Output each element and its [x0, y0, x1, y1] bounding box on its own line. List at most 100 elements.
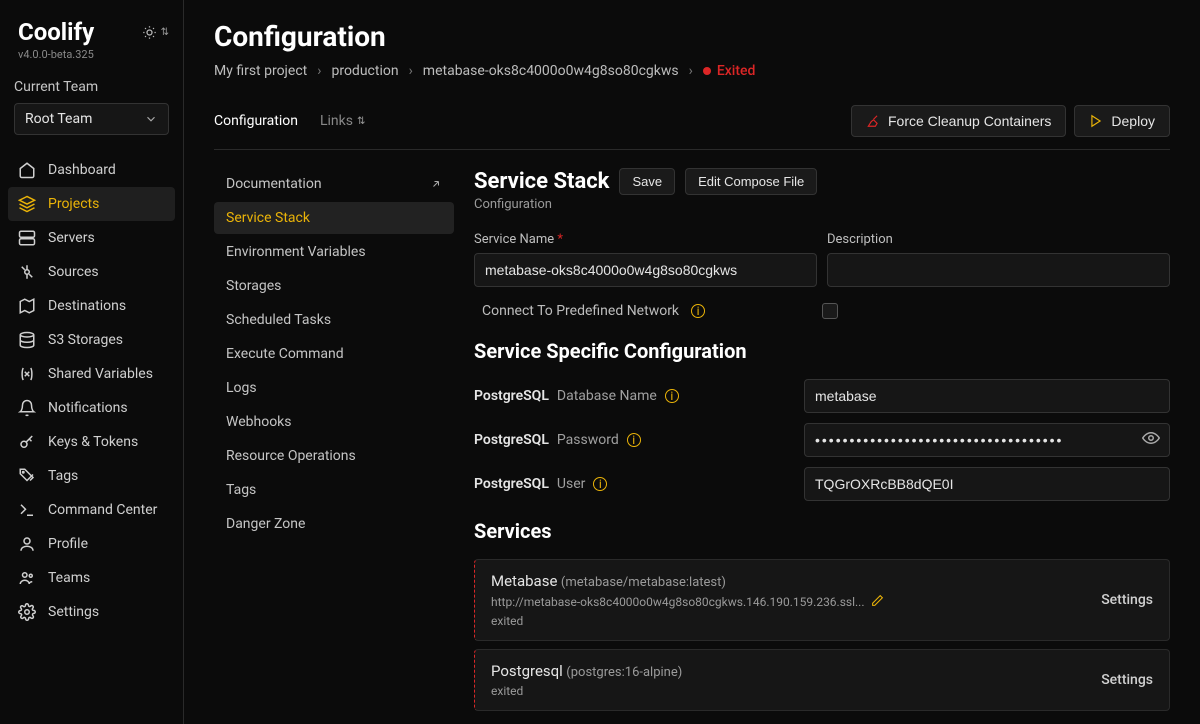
kv-label: Database Name [557, 388, 657, 404]
breadcrumb-resource[interactable]: metabase-oks8c4000o0w4g8so80cgkws [423, 63, 679, 79]
nav-destinations[interactable]: Destinations [8, 289, 175, 323]
nav-label: Settings [48, 604, 99, 620]
nav-servers[interactable]: Servers [8, 221, 175, 255]
main-nav: Dashboard Projects Servers Sources Desti… [0, 153, 183, 629]
nav-command[interactable]: Command Center [8, 493, 175, 527]
nav-dashboard[interactable]: Dashboard [8, 153, 175, 187]
nav-notifications[interactable]: Notifications [8, 391, 175, 425]
subnav: Documentation Service Stack Environment … [214, 168, 454, 711]
service-image: (postgres:16-alpine) [566, 665, 682, 680]
info-icon[interactable]: i [627, 433, 641, 447]
info-icon[interactable]: i [593, 477, 607, 491]
db-password-input[interactable] [804, 423, 1170, 457]
main: Configuration My first project › product… [184, 0, 1200, 724]
subnav-service-stack[interactable]: Service Stack [214, 202, 454, 234]
nav-sources[interactable]: Sources [8, 255, 175, 289]
page-title: Configuration [214, 20, 1170, 53]
force-cleanup-button[interactable]: Force Cleanup Containers [851, 105, 1066, 137]
gear-icon [18, 603, 36, 621]
subnav-resops[interactable]: Resource Operations [214, 440, 454, 472]
nav-keys[interactable]: Keys & Tokens [8, 425, 175, 459]
subnav-exec[interactable]: Execute Command [214, 338, 454, 370]
tab-configuration[interactable]: Configuration [214, 113, 298, 129]
nav-teams[interactable]: Teams [8, 561, 175, 595]
predef-network-checkbox[interactable] [822, 303, 838, 319]
bell-icon [18, 399, 36, 417]
save-button[interactable]: Save [619, 168, 675, 195]
subnav-storages[interactable]: Storages [214, 270, 454, 302]
kv-label: Password [557, 432, 619, 448]
status-badge: Exited [703, 63, 756, 79]
user-icon [18, 535, 36, 553]
service-name: Metabase [491, 572, 557, 590]
chevron-right-icon: › [409, 63, 413, 79]
service-card-postgres[interactable]: Postgresql (postgres:16-alpine) exited S… [474, 649, 1170, 711]
services-heading: Services [474, 519, 1170, 543]
deploy-button[interactable]: Deploy [1074, 105, 1170, 137]
subnav-documentation[interactable]: Documentation [214, 168, 454, 200]
kv-prefix: PostgreSQL [474, 432, 549, 448]
pencil-icon[interactable] [871, 594, 884, 610]
updown-icon: ⇅ [161, 27, 169, 38]
status-dot-icon [703, 67, 711, 75]
nav-projects[interactable]: Projects [8, 187, 175, 221]
tab-label: Links [320, 113, 353, 129]
tab-links[interactable]: Links ⇅ [320, 113, 365, 129]
breadcrumb-env[interactable]: production [331, 63, 398, 79]
theme-toggle[interactable]: ⇅ [142, 25, 169, 40]
subnav-danger[interactable]: Danger Zone [214, 508, 454, 540]
specific-heading: Service Specific Configuration [474, 339, 1170, 363]
subnav-scheduled[interactable]: Scheduled Tasks [214, 304, 454, 336]
subnav-logs[interactable]: Logs [214, 372, 454, 404]
description-input[interactable] [827, 253, 1170, 287]
description-label: Description [827, 232, 1170, 247]
nav-shared[interactable]: Shared Variables [8, 357, 175, 391]
breadcrumb-project[interactable]: My first project [214, 63, 307, 79]
kv-prefix: PostgreSQL [474, 388, 549, 404]
users-icon [18, 569, 36, 587]
brand-title[interactable]: Coolify [18, 18, 94, 46]
service-name-input[interactable] [474, 253, 817, 287]
info-icon[interactable]: i [691, 304, 705, 318]
predef-network-label: Connect To Predefined Network [482, 303, 679, 319]
eye-icon[interactable] [1142, 429, 1160, 451]
nav-label: Shared Variables [48, 366, 153, 382]
subnav-webhooks[interactable]: Webhooks [214, 406, 454, 438]
nav-settings[interactable]: Settings [8, 595, 175, 629]
nav-s3[interactable]: S3 Storages [8, 323, 175, 357]
service-status: exited [491, 684, 682, 698]
nav-label: S3 Storages [48, 332, 123, 348]
updown-icon: ⇅ [357, 116, 365, 127]
variable-icon [18, 365, 36, 383]
chevron-down-icon [144, 112, 158, 126]
panel-caption: Configuration [474, 197, 1170, 212]
nav-label: Dashboard [48, 162, 116, 178]
button-label: Force Cleanup Containers [888, 113, 1051, 129]
team-selected: Root Team [25, 111, 92, 127]
subnav-env-vars[interactable]: Environment Variables [214, 236, 454, 268]
tag-icon [18, 467, 36, 485]
nav-label: Tags [48, 468, 78, 484]
kv-row-user: PostgreSQL User i [474, 467, 1170, 501]
chevron-right-icon: › [689, 63, 693, 79]
services-list: Metabase (metabase/metabase:latest) http… [474, 559, 1170, 711]
content: Documentation Service Stack Environment … [214, 168, 1170, 711]
service-settings-link[interactable]: Settings [1101, 592, 1153, 608]
service-card-metabase[interactable]: Metabase (metabase/metabase:latest) http… [474, 559, 1170, 641]
terminal-icon [18, 501, 36, 519]
button-label: Deploy [1111, 113, 1155, 129]
db-user-input[interactable] [804, 467, 1170, 501]
service-image: (metabase/metabase:latest) [561, 575, 726, 590]
nav-tags[interactable]: Tags [8, 459, 175, 493]
subnav-tags[interactable]: Tags [214, 474, 454, 506]
nav-profile[interactable]: Profile [8, 527, 175, 561]
nav-label: Projects [48, 196, 99, 212]
info-icon[interactable]: i [665, 389, 679, 403]
nav-label: Command Center [48, 502, 157, 518]
db-name-input[interactable] [804, 379, 1170, 413]
service-settings-link[interactable]: Settings [1101, 672, 1153, 688]
edit-compose-button[interactable]: Edit Compose File [685, 168, 817, 195]
team-select[interactable]: Root Team [14, 103, 169, 135]
git-icon [18, 263, 36, 281]
nav-label: Destinations [48, 298, 126, 314]
